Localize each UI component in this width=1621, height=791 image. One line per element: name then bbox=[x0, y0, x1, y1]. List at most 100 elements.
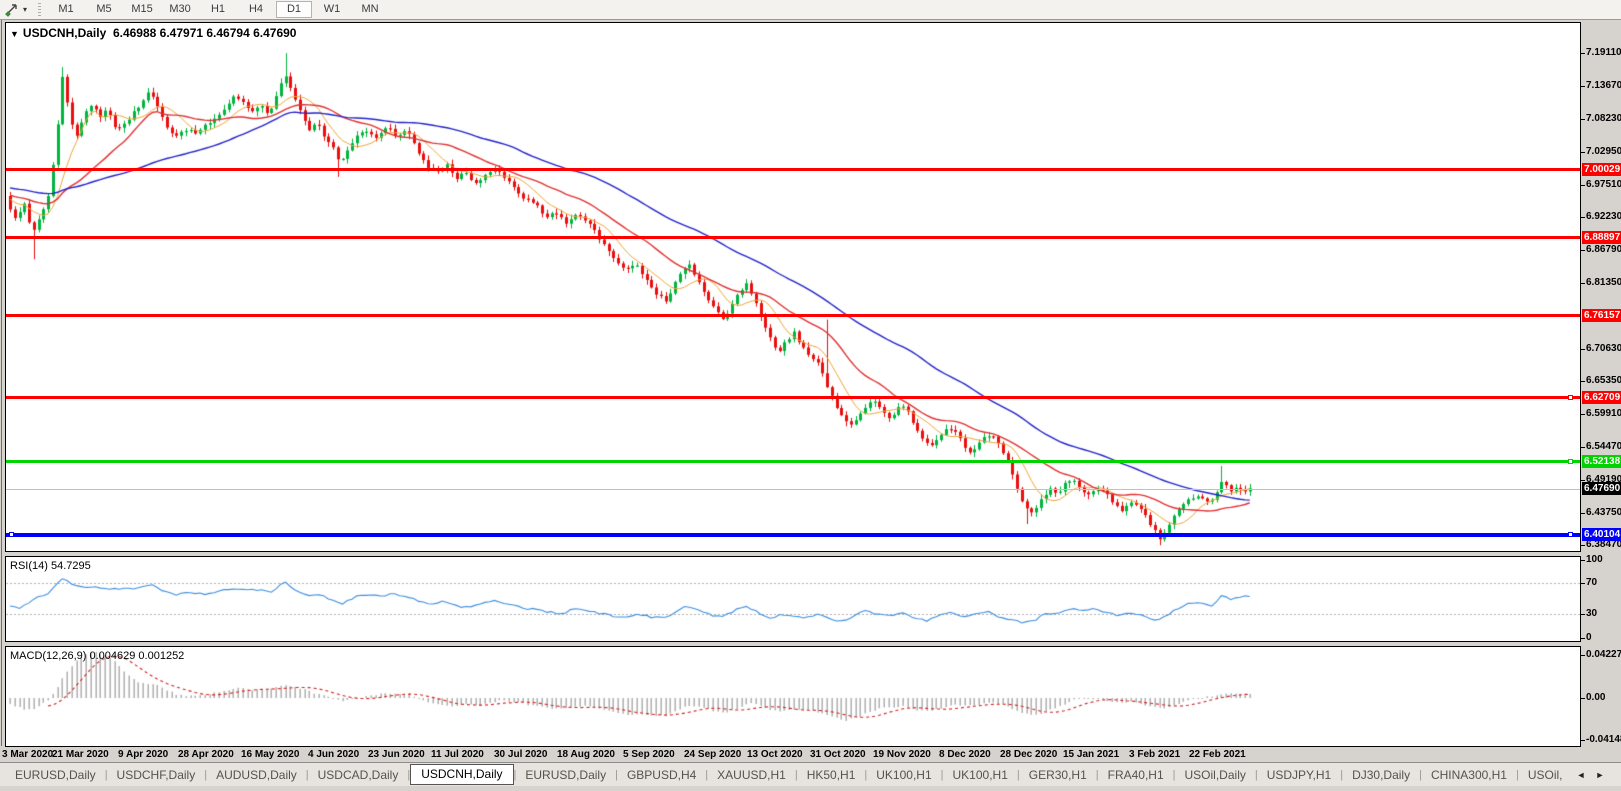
symbol-tab-uk100-h1[interactable]: UK100,H1 bbox=[944, 765, 1017, 785]
symbol-tab-bar: EURUSD,Daily | USDCHF,Daily | AUDUSD,Daily | U… bbox=[0, 762, 1621, 786]
price-tick-6.86790-tick bbox=[1581, 250, 1585, 251]
hline-6.62709[interactable] bbox=[6, 396, 1580, 399]
symbol-tab-china300-h1[interactable]: CHINA300,H1 bbox=[1422, 765, 1516, 785]
hline-6.40104[interactable] bbox=[6, 533, 1580, 537]
date-label-15-Jan-2021: 15 Jan 2021 bbox=[1063, 749, 1120, 760]
symbol-tab-gbpusd-h4[interactable]: GBPUSD,H4 bbox=[618, 765, 705, 785]
macd-label: MACD(12,26,9) 0.004629 0.001252 bbox=[10, 650, 184, 662]
timeframe-button-d1[interactable]: D1 bbox=[276, 1, 313, 18]
price-tick-7.19110: 7.19110 bbox=[1586, 47, 1621, 58]
trading-terminal: { "toolbar": { "indicator_dropdown_caret… bbox=[0, 0, 1621, 791]
macd-tick--0.04148: -0.04148 bbox=[1586, 734, 1621, 745]
date-label-22-Feb-2021: 22 Feb 2021 bbox=[1189, 749, 1246, 760]
symbol-tab-dj30-daily[interactable]: DJ30,Daily bbox=[1343, 765, 1419, 785]
symbol-tab-usoil-daily[interactable]: USOil,Daily bbox=[1176, 765, 1255, 785]
rsi-current-value: 54.7295 bbox=[50, 560, 91, 572]
chart-dropdown-icon[interactable]: ▼ bbox=[10, 29, 19, 39]
chart-title: ▼ USDCNH,Daily 6.46988 6.47971 6.46794 6.… bbox=[10, 26, 296, 40]
macd-tick--0.04148-tick bbox=[1581, 740, 1585, 741]
price-tick-6.92230: 6.92230 bbox=[1586, 211, 1621, 222]
symbol-tab-usoil-[interactable]: USOil, bbox=[1519, 765, 1572, 785]
main-chart-pane[interactable]: ▼ USDCNH,Daily 6.46988 6.47971 6.46794 6.… bbox=[5, 22, 1581, 552]
symbol-tab-hk50-h1[interactable]: HK50,H1 bbox=[798, 765, 865, 785]
macd-tick-0.042275-tick bbox=[1581, 655, 1585, 656]
price-tick-6.97510-tick bbox=[1581, 185, 1585, 186]
rsi-canvas[interactable] bbox=[6, 557, 1580, 641]
date-label-8-Dec-2020: 8 Dec 2020 bbox=[939, 749, 991, 760]
hline-price-label-6.62709: 6.62709 bbox=[1582, 391, 1621, 404]
timeframe-button-m15[interactable]: M15 bbox=[124, 1, 160, 18]
symbol-tab-uk100-h1[interactable]: UK100,H1 bbox=[867, 765, 940, 785]
symbol-tab-usdjpy-h1[interactable]: USDJPY,H1 bbox=[1258, 765, 1340, 785]
rsi-pane[interactable]: RSI(14) 54.7295 bbox=[5, 556, 1581, 642]
indicator-dropdown-caret[interactable]: ▾ bbox=[23, 5, 27, 14]
date-label-30-Jul-2020: 30 Jul 2020 bbox=[494, 749, 548, 760]
hline-6.76157[interactable] bbox=[6, 314, 1580, 317]
timeframe-toolbar: M1 M5 M15 M30 H1 H4 D1 W1 MN bbox=[47, 0, 389, 19]
date-label-9-Apr-2020: 9 Apr 2020 bbox=[118, 749, 169, 760]
hline-6.88897[interactable] bbox=[6, 236, 1580, 239]
hline-handle-right-6.40104[interactable] bbox=[1568, 532, 1573, 537]
symbol-tab-usdcad-daily[interactable]: USDCAD,Daily bbox=[309, 765, 408, 785]
symbol-tab-audusd-daily[interactable]: AUDUSD,Daily bbox=[207, 765, 306, 785]
macd-current-values: 0.004629 0.001252 bbox=[89, 650, 185, 662]
timeframe-button-m30[interactable]: M30 bbox=[162, 1, 198, 18]
date-label-21-Mar-2020: 21 Mar 2020 bbox=[52, 749, 109, 760]
hline-price-label-6.52138: 6.52138 bbox=[1582, 455, 1621, 468]
chart-ohlc-values: 6.46988 6.47971 6.46794 6.47690 bbox=[112, 26, 297, 40]
candlestick-canvas[interactable] bbox=[6, 23, 1580, 551]
symbol-tab-fra40-h1[interactable]: FRA40,H1 bbox=[1099, 765, 1173, 785]
price-tick-6.38470-tick bbox=[1581, 545, 1585, 546]
macd-indicator-name: MACD(12,26,9) bbox=[10, 650, 87, 662]
line-studies-icon[interactable]: ▾ bbox=[4, 3, 30, 17]
macd-tick-0.00-tick bbox=[1581, 698, 1585, 699]
rsi-tick-0-tick bbox=[1581, 638, 1585, 639]
date-label-3-Feb-2021: 3 Feb 2021 bbox=[1129, 749, 1181, 760]
symbol-tab-xauusd-h1[interactable]: XAUUSD,H1 bbox=[708, 765, 795, 785]
price-tick-7.13670: 7.13670 bbox=[1586, 80, 1621, 91]
current-price-line bbox=[6, 489, 1580, 490]
hline-7.00029[interactable] bbox=[6, 168, 1580, 171]
hline-price-label-6.88897: 6.88897 bbox=[1582, 231, 1621, 244]
rsi-tick-100: 100 bbox=[1586, 554, 1603, 565]
price-tick-6.70630-tick bbox=[1581, 349, 1585, 350]
symbol-tab-usdcnh-daily[interactable]: USDCNH,Daily bbox=[410, 763, 514, 785]
price-tick-6.81350-tick bbox=[1581, 283, 1585, 284]
hline-price-label-6.76157: 6.76157 bbox=[1582, 309, 1621, 322]
symbol-tab-usdchf-daily[interactable]: USDCHF,Daily bbox=[108, 765, 205, 785]
rsi-tick-70-tick bbox=[1581, 583, 1585, 584]
symbol-tab-ger30-h1[interactable]: GER30,H1 bbox=[1020, 765, 1096, 785]
date-label-31-Oct-2020: 31 Oct 2020 bbox=[810, 749, 866, 760]
date-label-18-Aug-2020: 18 Aug 2020 bbox=[557, 749, 615, 760]
price-tick-6.54470-tick bbox=[1581, 447, 1585, 448]
macd-pane[interactable]: MACD(12,26,9) 0.004629 0.001252 bbox=[5, 646, 1581, 747]
price-tick-7.19110-tick bbox=[1581, 53, 1585, 54]
symbol-tab-eurusd-daily[interactable]: EURUSD,Daily bbox=[516, 765, 615, 785]
timeframe-button-m5[interactable]: M5 bbox=[86, 1, 122, 18]
rsi-tick-30-tick bbox=[1581, 614, 1585, 615]
hline-handle-left-6.40104[interactable] bbox=[9, 532, 14, 537]
timeframe-button-h1[interactable]: H1 bbox=[200, 1, 236, 18]
price-tick-6.97510: 6.97510 bbox=[1586, 179, 1621, 190]
tab-scroll-left-icon[interactable]: ◄ bbox=[1572, 770, 1591, 780]
timeframe-button-w1[interactable]: W1 bbox=[314, 1, 350, 18]
symbol-tab-eurusd-daily[interactable]: EURUSD,Daily bbox=[6, 765, 105, 785]
hline-6.52138[interactable] bbox=[6, 460, 1580, 463]
hline-price-label-6.40104: 6.40104 bbox=[1582, 528, 1621, 541]
toolbar-grip[interactable] bbox=[38, 3, 42, 16]
macd-tick-0.042275: 0.042275 bbox=[1586, 649, 1621, 660]
timeframe-button-h4[interactable]: H4 bbox=[238, 1, 274, 18]
price-tick-6.59910: 6.59910 bbox=[1586, 408, 1621, 419]
timeframe-button-mn[interactable]: MN bbox=[352, 1, 388, 18]
top-toolbar: ▾ M1 M5 M15 M30 H1 H4 D1 W1 MN bbox=[0, 0, 1621, 20]
hline-handle-right-6.62709[interactable] bbox=[1568, 395, 1573, 400]
tab-scroll-right-icon[interactable]: ► bbox=[1590, 770, 1609, 780]
date-label-28-Dec-2020: 28 Dec 2020 bbox=[1000, 749, 1058, 760]
macd-canvas[interactable] bbox=[6, 647, 1580, 746]
hline-handle-right-6.52138[interactable] bbox=[1568, 459, 1573, 464]
date-label-19-Nov-2020: 19 Nov 2020 bbox=[873, 749, 931, 760]
timeframe-button-m1[interactable]: M1 bbox=[48, 1, 84, 18]
price-tick-7.08230: 7.08230 bbox=[1586, 113, 1621, 124]
price-tick-6.43750: 6.43750 bbox=[1586, 507, 1621, 518]
price-tick-6.65350-tick bbox=[1581, 381, 1585, 382]
